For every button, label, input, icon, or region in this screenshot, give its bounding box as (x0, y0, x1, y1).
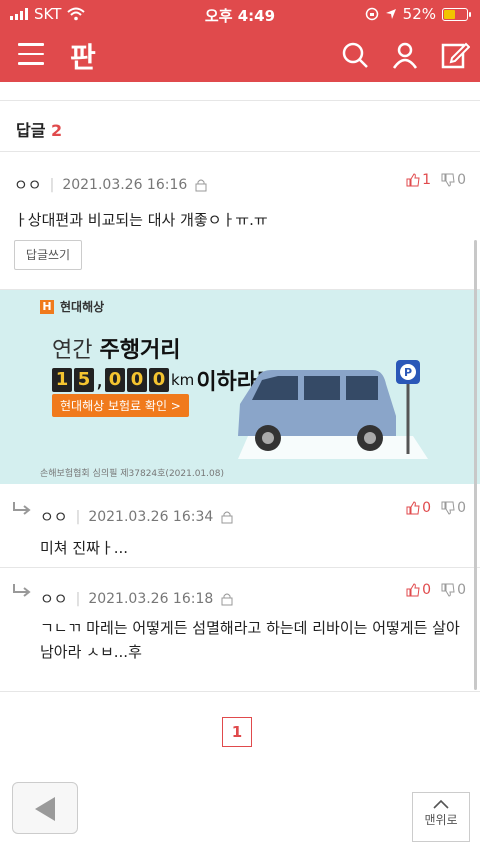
meta-divider: | (75, 590, 81, 607)
thumbs-up-icon (406, 583, 420, 597)
comment-item: ㅇㅇ | 2021.03.26 16:16 1 0 ㅏ상대편과 비교되는 대사 … (0, 152, 480, 290)
ad-digit: 1 (52, 368, 72, 392)
brand-logo-icon: H (40, 299, 54, 314)
back-arrow-icon (35, 797, 55, 821)
lock-icon (195, 179, 207, 191)
chevron-up-icon (433, 799, 449, 809)
comment-item: ㅇㅇ | 2021.03.26 16:34 0 0 미쳐 진짜ㅏ... (0, 486, 480, 568)
dislike-button[interactable]: 0 (441, 172, 466, 188)
scrollbar[interactable] (474, 240, 477, 690)
comment-text: ㅏ상대편과 비교되는 대사 개좋ㅇㅏㅠ.ㅠ (14, 211, 268, 229)
app-header: SKT 오후 4:49 52% 판 (0, 0, 480, 82)
ad-digit: 0 (127, 368, 147, 392)
user-icon[interactable] (390, 40, 420, 70)
like-button[interactable]: 0 (406, 582, 431, 598)
reply-arrow-icon (13, 502, 31, 515)
reply-button[interactable]: 답글쓰기 (14, 240, 82, 270)
scroll-top-label: 맨위로 (424, 813, 458, 827)
meta-divider: | (75, 508, 81, 525)
comment-text: 미쳐 진짜ㅏ... (40, 539, 129, 557)
battery-icon (442, 7, 471, 21)
ad-unit: km (171, 371, 195, 389)
like-count: 0 (422, 582, 432, 598)
ad-digit: 0 (105, 368, 125, 392)
like-button[interactable]: 0 (406, 500, 431, 516)
car-illustration: P (238, 360, 428, 459)
ad-cta-button[interactable]: 현대해상 보험료 확인 > (52, 394, 189, 417)
comment-date: 2021.03.26 16:18 (88, 590, 214, 607)
thumbs-up-icon (406, 173, 420, 187)
search-icon[interactable] (340, 40, 370, 70)
ad-footnote: 손해보험협회 심의필 제37824호(2021.01.08) (40, 469, 224, 479)
meta-divider: | (49, 176, 55, 193)
comment-text: ㄱㄴㄲ 마레는 어떻게든 섬멸해라고 하는데 리바이는 어떻게든 살아남아라 ㅅ… (40, 619, 460, 661)
replies-title: 답글 (16, 121, 46, 140)
thumbs-down-icon (441, 583, 455, 597)
nav-bar: 판 (0, 30, 480, 80)
reply-arrow-icon (13, 584, 31, 597)
ad-line1-b: 주행거리 (99, 338, 181, 363)
ad-brand: 현대해상 (60, 300, 105, 314)
comment-date: 2021.03.26 16:34 (88, 508, 214, 525)
page-number-current[interactable]: 1 (222, 717, 252, 747)
ad-digit: 0 (149, 368, 169, 392)
rotation-lock-icon (365, 7, 378, 21)
comment-date: 2021.03.26 16:16 (62, 176, 188, 193)
back-button[interactable] (12, 782, 78, 834)
status-bar: SKT 오후 4:49 52% (0, 0, 480, 28)
like-count: 0 (422, 500, 432, 516)
menu-icon[interactable] (18, 43, 44, 65)
replies-count: 2 (51, 121, 63, 140)
like-button[interactable]: 1 (406, 172, 431, 188)
dislike-count: 0 (457, 172, 466, 188)
ad-line1-a: 연간 (52, 338, 100, 363)
thumbs-down-icon (441, 173, 455, 187)
svg-text:P: P (404, 366, 412, 379)
lock-icon (221, 511, 233, 523)
comment-nickname[interactable]: ㅇㅇ (14, 174, 42, 195)
ad-banner[interactable]: H 현대해상 연간 주행거리 1 5 , 0 0 0 km 이하라면? 현대해상 … (0, 290, 480, 484)
scroll-top-button[interactable]: 맨위로 (412, 792, 470, 842)
comment-nickname[interactable]: ㅇㅇ (40, 506, 68, 527)
dislike-button[interactable]: 0 (441, 500, 466, 516)
write-icon[interactable] (440, 40, 470, 70)
app-logo[interactable]: 판 (70, 36, 96, 76)
dislike-button[interactable]: 0 (441, 582, 466, 598)
dislike-count: 0 (457, 500, 466, 516)
comment-nickname[interactable]: ㅇㅇ (40, 588, 68, 609)
like-count: 1 (422, 172, 432, 188)
lock-icon (221, 593, 233, 605)
dislike-count: 0 (457, 582, 466, 598)
thumbs-down-icon (441, 501, 455, 515)
battery-percent: 52% (402, 5, 436, 23)
ad-digit: 5 (74, 368, 94, 392)
replies-header: 답글 2 (0, 100, 480, 152)
location-icon (385, 9, 396, 19)
thumbs-up-icon (406, 501, 420, 515)
comment-item: ㅇㅇ | 2021.03.26 16:18 0 0 ㄱㄴㄲ 마레는 어떻게든 섬… (0, 568, 480, 692)
ad-comma: , (96, 367, 103, 393)
